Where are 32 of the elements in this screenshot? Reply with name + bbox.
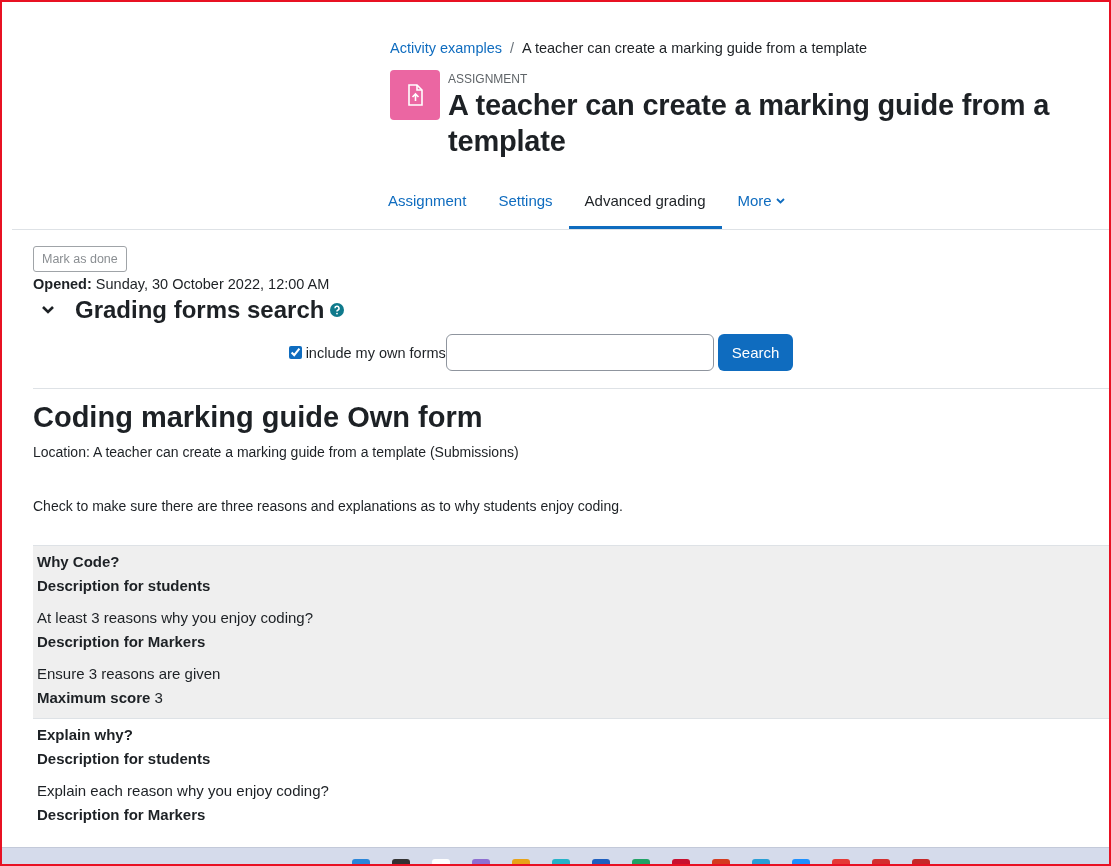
- search-button[interactable]: Search: [717, 334, 794, 371]
- criterion-heading: Description for Markers: [37, 632, 207, 652]
- criterion-heading: Description for students: [37, 749, 212, 769]
- chevron-down-icon: [775, 197, 785, 204]
- search-field[interactable]: [445, 334, 714, 371]
- breadcrumb-link[interactable]: Activity examples: [390, 40, 502, 56]
- include-own-forms-checkbox[interactable]: [288, 346, 302, 359]
- opened-date: Opened: Sunday, 30 October 2022, 12:00 AM: [33, 276, 331, 292]
- nav-tab[interactable]: Assignment: [372, 173, 483, 229]
- activity-type-label: ASSIGNMENT: [448, 72, 529, 86]
- criterion-text: Ensure 3 reasons are given: [37, 664, 222, 684]
- checkbox-label: include my own forms: [305, 344, 446, 361]
- criterion-heading: Explain why?: [37, 725, 134, 745]
- nav-tab[interactable]: More: [721, 173, 801, 229]
- breadcrumb-separator: /: [510, 40, 515, 56]
- criterion-text: Explain each reason why you enjoy coding?: [37, 781, 330, 801]
- form-description: Check to make sure there are three reasons and explanations as to why students enjoy coding.: [33, 498, 624, 514]
- section-title: Grading forms search: [75, 296, 325, 324]
- form-title: Coding marking guide Own form: [33, 401, 484, 434]
- form-location: Location: A teacher can create a marking guide from a template (Submissions): [33, 444, 520, 460]
- criterion-heading: Description for Markers: [37, 805, 207, 825]
- nav-tab[interactable]: Settings: [482, 173, 569, 229]
- page-title: A teacher can create a marking guide from a template: [448, 88, 1051, 159]
- chevron-icon[interactable]: [41, 305, 55, 315]
- criterion-text: At least 3 reasons why you enjoy coding?: [37, 608, 314, 628]
- maximum-score: Maximum score 3: [37, 688, 164, 708]
- criterion-heading: Description for students: [37, 576, 212, 596]
- breadcrumb-current: A teacher can create a marking guide from a template: [522, 40, 867, 56]
- assignment-icon: [390, 70, 440, 120]
- help-icon[interactable]: [330, 303, 345, 317]
- mark-as-done-button[interactable]: Mark as done: [33, 246, 127, 272]
- criterion-heading: Why Code?: [37, 552, 121, 572]
